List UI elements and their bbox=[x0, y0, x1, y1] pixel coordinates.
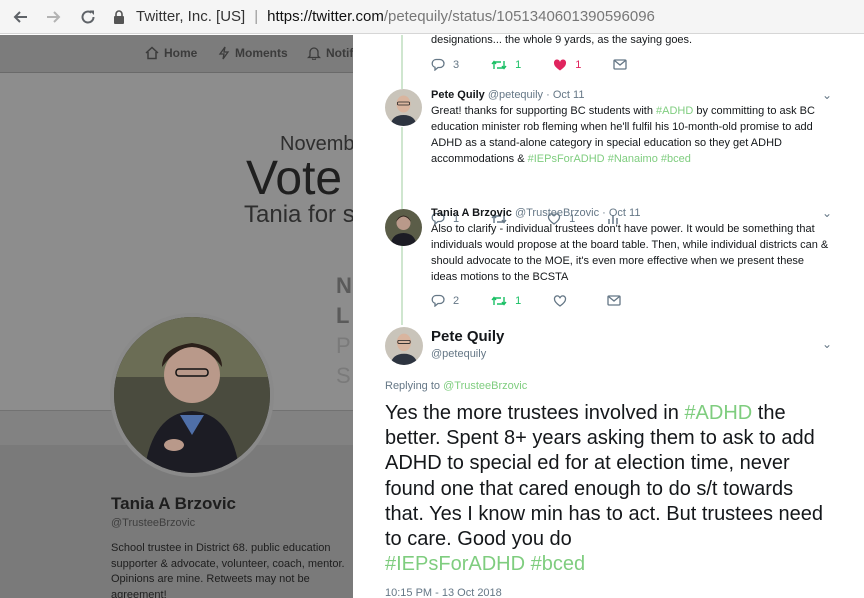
home-icon bbox=[145, 46, 159, 60]
author-name[interactable]: Pete Quily bbox=[431, 328, 504, 345]
banner-decoration: P bbox=[336, 333, 351, 358]
url-host: https://twitter.com bbox=[267, 8, 384, 25]
banner-line-2: Vote bbox=[246, 152, 343, 205]
url-path: /petequily/status/1051340601390596096 bbox=[383, 8, 655, 25]
heart-icon bbox=[554, 294, 567, 307]
heart-filled-icon bbox=[554, 58, 567, 70]
replying-to-label: Replying to bbox=[385, 380, 444, 392]
tweet-overlay: designations... the whole 9 yards, as th… bbox=[353, 35, 864, 598]
site-identity: Twitter, Inc. [US] bbox=[136, 8, 246, 25]
tweet-header: Pete Quily @petequily · Oct 11 bbox=[431, 89, 584, 101]
main-tweet-text: Yes the more trustees involved in #ADHD … bbox=[385, 401, 835, 577]
thread-connector bbox=[401, 245, 403, 325]
tweet-text: Great! thanks for supporting BC students… bbox=[431, 103, 829, 167]
tweet-actions: 2 1 bbox=[431, 294, 661, 307]
reload-button[interactable] bbox=[74, 3, 102, 31]
tweet-date[interactable]: · Oct 11 bbox=[546, 89, 584, 101]
hashtag-link[interactable]: #bced bbox=[531, 553, 586, 575]
url-separator: | bbox=[254, 8, 259, 25]
avatar-photo bbox=[114, 317, 270, 473]
like-button[interactable] bbox=[553, 294, 575, 307]
hashtag-link[interactable]: #IEPsForADHD bbox=[528, 153, 605, 165]
address-bar[interactable]: Twitter, Inc. [US] | https://twitter.com… bbox=[112, 4, 655, 30]
tweet-timestamp[interactable]: 10:15 PM - 13 Oct 2018 bbox=[385, 587, 502, 598]
arrow-right-icon bbox=[47, 10, 61, 23]
reply-count: 2 bbox=[453, 294, 460, 307]
forward-button[interactable] bbox=[40, 3, 68, 31]
avatar-photo bbox=[385, 209, 422, 246]
back-button[interactable] bbox=[6, 3, 34, 31]
avatar[interactable] bbox=[385, 209, 422, 246]
banner-line-3: Tania for s bbox=[244, 201, 355, 228]
avatar[interactable] bbox=[385, 89, 422, 126]
reply-count: 3 bbox=[453, 58, 460, 71]
banner-decoration: S bbox=[336, 363, 351, 388]
envelope-icon bbox=[613, 59, 628, 70]
tweet-text-part: Great! thanks for supporting BC students… bbox=[431, 105, 657, 117]
profile-avatar[interactable] bbox=[110, 313, 274, 477]
nav-moments-label: Moments bbox=[235, 46, 288, 60]
reply-icon bbox=[431, 294, 445, 307]
chevron-down-icon[interactable]: ⌄ bbox=[822, 206, 832, 220]
tweet-text-part: the better. Spent 8+ years asking them t… bbox=[385, 402, 824, 551]
retweet-button[interactable]: 1 bbox=[491, 59, 521, 71]
lightning-icon bbox=[218, 46, 230, 60]
tweet-actions: 3 1 1 bbox=[431, 58, 667, 71]
reply-button[interactable]: 2 bbox=[431, 294, 459, 307]
hashtag-link[interactable]: #IEPsForADHD bbox=[385, 553, 525, 575]
profile-handle[interactable]: @TrusteeBrzovic bbox=[111, 517, 195, 529]
arrow-left-icon bbox=[13, 10, 27, 23]
thread-connector bbox=[401, 35, 403, 89]
profile-bio: School trustee in District 68. public ed… bbox=[111, 542, 345, 598]
replying-to-handle[interactable]: @TrusteeBrzovic bbox=[443, 380, 527, 392]
chevron-down-icon[interactable]: ⌄ bbox=[822, 337, 832, 351]
tweet-header: Tania A Brzovic @TrusteeBrzovic · Oct 11 bbox=[431, 207, 640, 219]
retweet-icon bbox=[491, 295, 507, 306]
tweet-text: Also to clarify - individual trustees do… bbox=[431, 223, 829, 283]
author-name[interactable]: Tania A Brzovic bbox=[431, 207, 512, 219]
avatar-photo bbox=[385, 89, 422, 126]
nav-home[interactable]: Home bbox=[145, 46, 197, 60]
hashtag-link[interactable]: #ADHD bbox=[684, 402, 752, 424]
reply-icon bbox=[431, 58, 445, 71]
retweet-button[interactable]: 1 bbox=[491, 295, 521, 307]
chevron-down-icon[interactable]: ⌄ bbox=[822, 88, 832, 102]
author-handle[interactable]: @petequily bbox=[431, 348, 486, 360]
hashtag-link[interactable]: #ADHD bbox=[656, 105, 693, 117]
hashtag-link[interactable]: #Nanaimo bbox=[608, 153, 658, 165]
like-button[interactable]: 1 bbox=[553, 59, 581, 71]
banner-decoration: N bbox=[336, 273, 352, 298]
tweet-text: designations... the whole 9 yards, as th… bbox=[431, 35, 693, 46]
author-handle[interactable]: @petequily bbox=[488, 89, 543, 101]
retweet-count: 1 bbox=[515, 58, 522, 71]
reply-button[interactable]: 3 bbox=[431, 58, 459, 71]
tweet-text-part: Yes the more trustees involved in bbox=[385, 402, 685, 424]
bell-icon bbox=[307, 47, 321, 60]
nav-notifications[interactable]: Notifi bbox=[307, 46, 357, 60]
thread-connector bbox=[401, 127, 403, 209]
nav-moments[interactable]: Moments bbox=[218, 46, 288, 60]
retweet-icon bbox=[491, 59, 507, 70]
reload-icon bbox=[81, 10, 95, 23]
tweet-date[interactable]: · Oct 11 bbox=[602, 207, 640, 219]
avatar[interactable] bbox=[385, 327, 423, 365]
avatar-photo bbox=[385, 327, 423, 365]
retweet-count: 1 bbox=[515, 294, 522, 307]
replying-to: Replying to @TrusteeBrzovic bbox=[385, 380, 527, 392]
message-button[interactable] bbox=[613, 59, 635, 70]
banner-decoration: L bbox=[336, 303, 350, 328]
message-button[interactable] bbox=[607, 295, 629, 306]
lock-icon bbox=[114, 9, 124, 24]
like-count: 1 bbox=[575, 58, 582, 71]
browser-toolbar: Twitter, Inc. [US] | https://twitter.com… bbox=[0, 0, 864, 34]
profile-name[interactable]: Tania A Brzovic bbox=[111, 494, 236, 514]
author-name[interactable]: Pete Quily bbox=[431, 89, 485, 101]
author-handle[interactable]: @TrusteeBrzovic bbox=[515, 207, 599, 219]
hashtag-link[interactable]: #bced bbox=[661, 153, 691, 165]
nav-home-label: Home bbox=[164, 46, 198, 60]
envelope-icon bbox=[607, 295, 621, 306]
